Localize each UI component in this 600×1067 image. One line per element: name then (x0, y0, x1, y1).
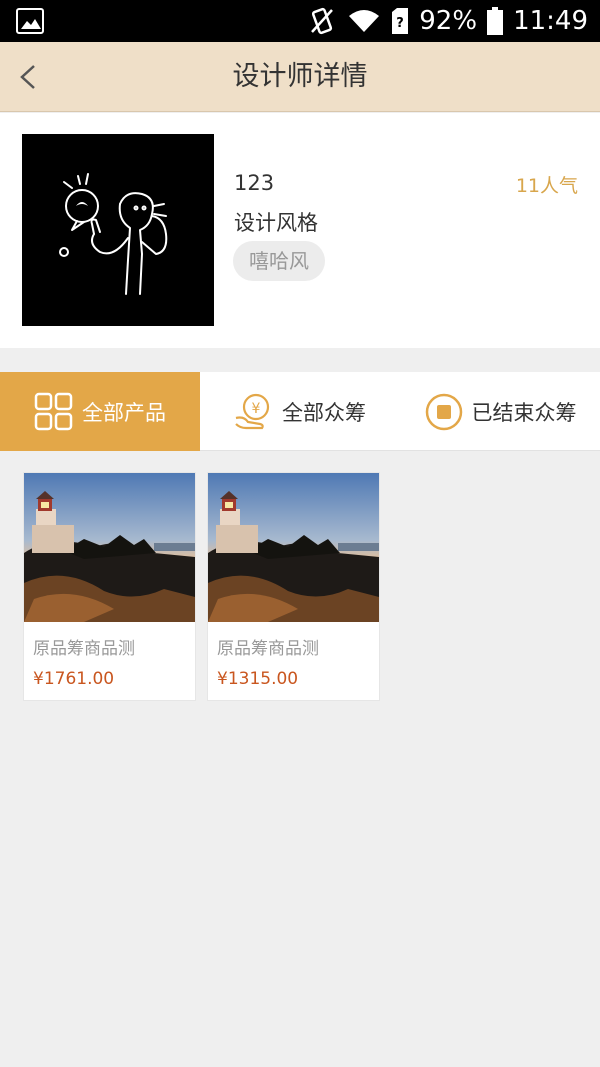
battery-percent: 92% (419, 6, 478, 36)
designer-avatar (22, 134, 214, 326)
tab-all-crowdfunding[interactable]: ¥ 全部众筹 (200, 372, 400, 451)
app-header: 设计师详情 (0, 42, 600, 112)
product-tabs: 全部产品 ¥ 全部众筹 已结束众筹 (0, 372, 600, 451)
product-card[interactable]: 原品筹商品测 ¥1761.00 (23, 472, 196, 701)
product-name: 原品筹商品测 (33, 639, 135, 659)
product-card[interactable]: 原品筹商品测 ¥1315.00 (207, 472, 380, 701)
designer-card: 123 11人气 设计风格 嘻哈风 (0, 113, 600, 348)
clock: 11:49 (513, 6, 588, 36)
page-title: 设计师详情 (232, 61, 368, 92)
product-image (208, 473, 379, 622)
grid-icon (34, 392, 74, 432)
product-price: ¥1315.00 (217, 669, 299, 689)
status-bar: ? 92% 11:49 (0, 0, 600, 42)
product-image (24, 473, 195, 622)
gallery-icon (16, 8, 44, 34)
svg-text:¥: ¥ (252, 401, 261, 417)
svg-text:?: ? (396, 16, 404, 31)
yen-hand-icon: ¥ (234, 392, 274, 432)
tab-label: 全部产品 (82, 400, 166, 425)
tab-ended-crowdfunding[interactable]: 已结束众筹 (400, 372, 600, 451)
stop-circle-icon (424, 392, 464, 432)
tab-label: 已结束众筹 (471, 400, 577, 425)
designer-name: 123 (234, 171, 275, 195)
sim-icon: ? (391, 8, 409, 34)
product-price: ¥1761.00 (33, 669, 115, 689)
style-label: 设计风格 (234, 211, 318, 235)
vibrate-icon (307, 6, 337, 36)
product-grid: 原品筹商品测 ¥1761.00 原品筹商品测 ¥1315.00 (23, 472, 380, 701)
tab-all-products[interactable]: 全部产品 (0, 372, 200, 451)
wifi-icon (347, 8, 381, 34)
style-tag: 嘻哈风 (233, 241, 325, 281)
product-name: 原品筹商品测 (217, 639, 319, 659)
tab-label: 全部众筹 (282, 400, 366, 425)
battery-icon (487, 7, 504, 35)
popularity-count: 11人气 (515, 175, 578, 197)
